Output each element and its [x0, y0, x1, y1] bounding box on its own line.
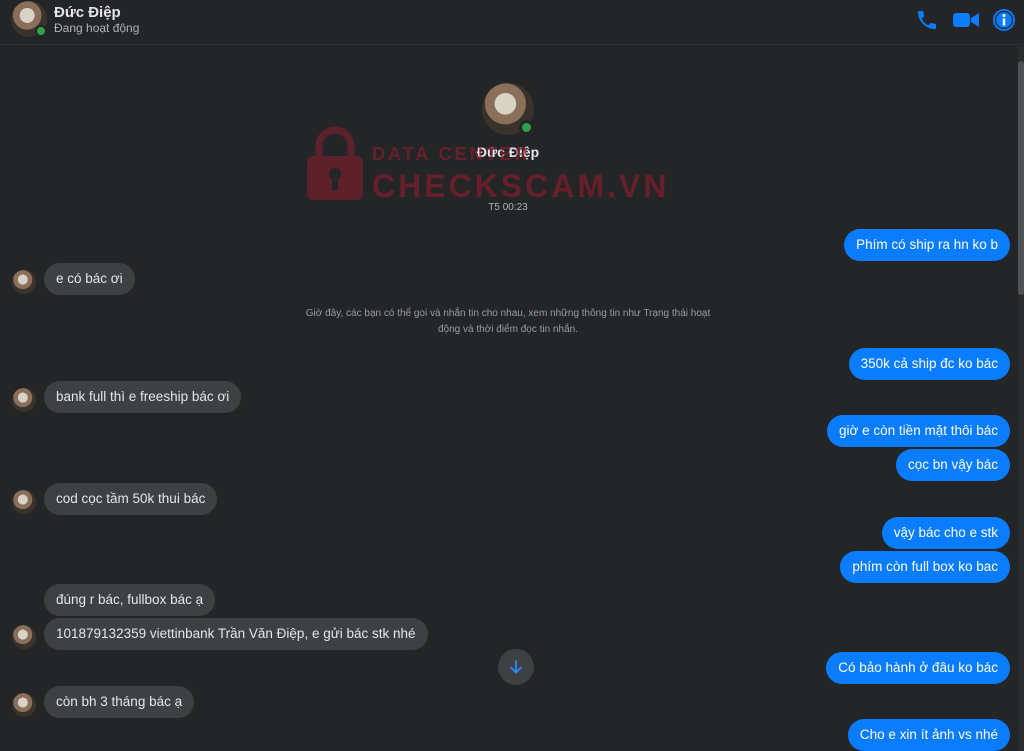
message-outgoing[interactable]: giờ e còn tiền mặt thôi bác — [827, 415, 1010, 447]
scrollbar[interactable] — [1018, 46, 1024, 751]
phone-icon[interactable] — [914, 8, 940, 32]
intro-online-indicator — [519, 120, 534, 135]
message-incoming[interactable]: cod cọc tầm 50k thui bác — [44, 483, 218, 515]
sender-avatar[interactable] — [12, 490, 36, 514]
online-indicator — [35, 25, 47, 37]
message-incoming[interactable]: đúng r bác, fullbox bác ạ — [44, 584, 216, 616]
message-outgoing[interactable]: Có bảo hành ở đâu ko bác — [826, 652, 1010, 684]
sender-avatar[interactable] — [12, 625, 36, 649]
message-incoming[interactable]: e có bác ơi — [44, 263, 135, 295]
chat-header: Đức Điệp Đang hoạt động — [0, 0, 1024, 45]
conversation-area[interactable]: Đức Điệp DATA CENTER CHECKSCAM.VN T5 00:… — [0, 46, 1018, 751]
sender-avatar[interactable] — [12, 270, 36, 294]
contact-name[interactable]: Đức Điệp — [54, 4, 121, 21]
video-camera-icon[interactable] — [952, 8, 980, 32]
message-outgoing[interactable]: 350k cả ship đc ko bác — [848, 348, 1010, 380]
message-outgoing[interactable]: cọc bn vậy bác — [895, 449, 1010, 481]
arrow-down-icon — [508, 659, 524, 675]
message-incoming[interactable]: 101879132359 viettinbank Trần Văn Điệp, … — [44, 618, 428, 650]
info-icon[interactable] — [991, 8, 1017, 32]
watermark-line2: CHECKSCAM.VN — [372, 168, 670, 204]
message-incoming[interactable]: còn bh 3 tháng bác ạ — [44, 686, 195, 718]
message-outgoing[interactable]: vậy bác cho e stk — [881, 517, 1010, 549]
scroll-down-button[interactable] — [498, 649, 534, 685]
contact-status: Đang hoạt động — [54, 21, 140, 35]
message-outgoing[interactable]: phím còn full box ko bac — [840, 551, 1010, 583]
sender-avatar[interactable] — [12, 693, 36, 717]
message-outgoing[interactable]: Phím có ship ra hn ko b — [844, 229, 1010, 261]
scrollbar-thumb[interactable] — [1018, 61, 1024, 295]
message-incoming[interactable]: bank full thì e freeship bác ơi — [44, 381, 242, 413]
lock-icon — [305, 124, 365, 204]
message-outgoing[interactable]: Cho e xin ít ảnh vs nhé — [847, 719, 1010, 751]
message-timestamp: T5 00:23 — [488, 202, 528, 213]
sender-avatar[interactable] — [12, 388, 36, 412]
watermark-line1: DATA CENTER — [372, 144, 531, 164]
system-note: Giờ đây, các bạn có thể gọi và nhắn tin … — [305, 308, 711, 335]
